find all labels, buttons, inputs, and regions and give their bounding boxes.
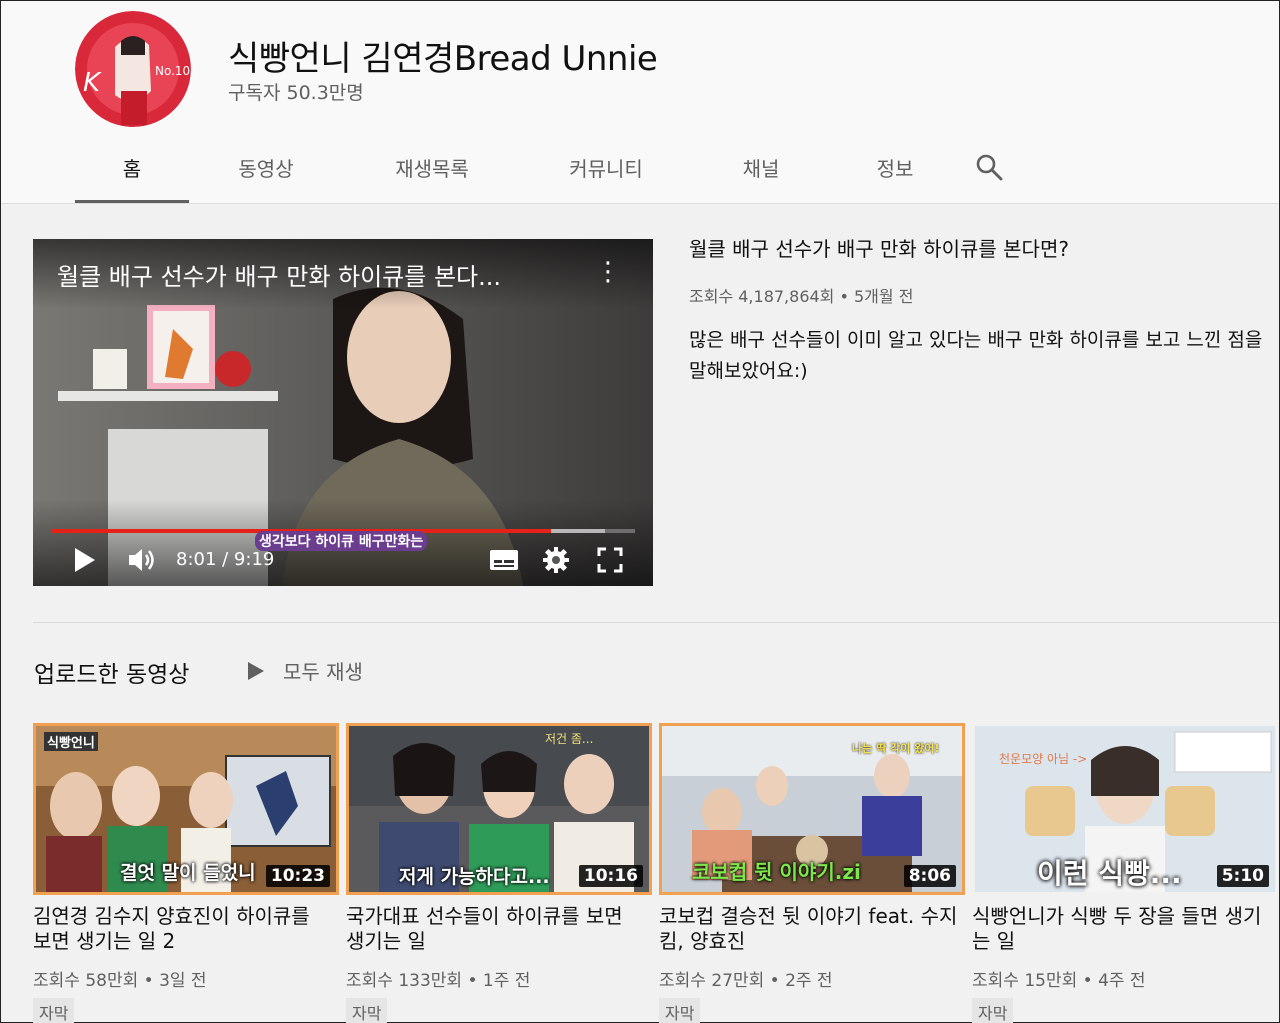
thumbnail-caption: 이런 식빵...	[1037, 857, 1182, 890]
video-card[interactable]: 식빵언니 결엇 말이 들었니 10:23 김연경 김수지 양효진이 하이큐를 보…	[33, 723, 339, 1023]
video-card[interactable]: 저건 좀... 저게 가능하다고... 10:16 국가대표 선수들이 하이큐를…	[346, 723, 652, 1023]
video-duration: 8:06	[903, 865, 956, 887]
video-duration: 10:23	[265, 865, 330, 887]
subtitles-badge: 자막	[972, 998, 1014, 1023]
subtitles-badge: 자막	[33, 998, 75, 1023]
shelf-title[interactable]: 업로드한 동영상	[34, 655, 189, 689]
tab-home[interactable]: 홈	[75, 131, 189, 203]
video-thumbnail[interactable]: 저건 좀... 저게 가능하다고... 10:16	[346, 723, 652, 895]
play-all-button[interactable]: 모두 재생	[247, 656, 363, 685]
thumbnail-caption: 코보컵 뒷 이야기.zi	[692, 860, 861, 884]
play-all-label: 모두 재생	[283, 660, 363, 684]
tab-playlists[interactable]: 재생목록	[343, 131, 521, 203]
video-thumbnail[interactable]: 나는 딱 각이 왔어! 코보컵 뒷 이야기.zi 8:06	[659, 723, 965, 895]
subtitles-badge: 자막	[659, 998, 701, 1023]
play-icon[interactable]	[73, 547, 97, 573]
video-card[interactable]: 천운모양 아님 -> 이런 식빵... 5:10 식빵언니가 식빵 두 장을 들…	[972, 723, 1278, 1023]
section-divider	[33, 622, 1279, 623]
channel-tabs: 홈 동영상 재생목록 커뮤니티 채널 정보	[75, 131, 1019, 203]
play-all-icon	[248, 661, 264, 680]
featured-video-info: 월클 배구 선수가 배구 만화 하이큐를 본다면? 조회수 4,187,864회…	[689, 235, 1274, 387]
tab-community[interactable]: 커뮤니티	[521, 131, 691, 203]
video-overlay-title[interactable]: 월클 배구 선수가 배구 만화 하이큐를 본다...	[57, 257, 501, 292]
subtitles-icon[interactable]	[489, 549, 519, 571]
subscriber-count: 구독자 50.3만명	[228, 82, 364, 104]
channel-header: No.10 K 식빵언니 김연경Bread Unnie 구독자 50.3만명 홈…	[1, 1, 1279, 204]
channel-avatar[interactable]: No.10 K	[75, 11, 191, 127]
svg-text:No.10: No.10	[155, 64, 190, 78]
video-caption: 생각보다 하이큐 배구만화는	[255, 531, 428, 551]
video-title[interactable]: 김연경 김수지 양효진이 하이큐를 보면 생기는 일 2	[33, 904, 333, 954]
video-title[interactable]: 코보컵 결승전 뒷 이야기 feat. 수지킴, 양효진	[659, 904, 959, 954]
fullscreen-icon[interactable]	[597, 547, 623, 573]
featured-video-description: 많은 배구 선수들이 이미 알고 있다는 배구 만화 하이큐를 보고 느낀 점을…	[689, 329, 1263, 382]
volume-icon[interactable]	[127, 547, 159, 573]
svg-text:K: K	[83, 68, 102, 98]
video-duration: 10:16	[578, 865, 643, 887]
featured-video-title[interactable]: 월클 배구 선수가 배구 만화 하이큐를 본다면?	[689, 235, 1274, 263]
video-meta: 조회수 27만회 • 2주 전	[659, 971, 833, 991]
settings-gear-icon[interactable]	[543, 547, 569, 573]
featured-video-player[interactable]: 월클 배구 선수가 배구 만화 하이큐를 본다... ⋮ 생각보다 하이큐 배구…	[33, 239, 653, 586]
tab-about[interactable]: 정보	[831, 131, 959, 203]
thumbnail-top-text: 나는 딱 각이 왔어!	[852, 742, 940, 755]
video-card[interactable]: 나는 딱 각이 왔어! 코보컵 뒷 이야기.zi 8:06 코보컵 결승전 뒷 …	[659, 723, 965, 1023]
video-meta: 조회수 133만회 • 1주 전	[346, 971, 531, 991]
video-time: 8:01 / 9:19	[176, 549, 275, 570]
search-icon	[976, 154, 1003, 181]
thumbnail-top-text: 식빵언니	[44, 732, 98, 751]
video-meta: 조회수 58만회 • 3일 전	[33, 971, 207, 991]
video-title[interactable]: 국가대표 선수들이 하이큐를 보면 생기는 일	[346, 904, 646, 954]
more-options-icon[interactable]: ⋮	[593, 257, 623, 287]
video-meta: 조회수 15만회 • 4주 전	[972, 971, 1146, 991]
tab-search[interactable]	[959, 131, 1019, 203]
tab-channels[interactable]: 채널	[691, 131, 831, 203]
thumbnail-top-text: 천운모양 아님 ->	[999, 752, 1088, 766]
featured-video-meta: 조회수 4,187,864회 • 5개월 전	[689, 287, 914, 306]
tab-videos[interactable]: 동영상	[189, 131, 343, 203]
video-thumbnail[interactable]: 천운모양 아님 -> 이런 식빵... 5:10	[972, 723, 1278, 895]
channel-title: 식빵언니 김연경Bread Unnie	[228, 39, 658, 79]
video-duration: 5:10	[1216, 865, 1269, 887]
video-title[interactable]: 식빵언니가 식빵 두 장을 들면 생기는 일	[972, 904, 1272, 954]
video-thumbnail[interactable]: 식빵언니 결엇 말이 들었니 10:23	[33, 723, 339, 895]
thumbnail-top-text: 저건 좀...	[545, 732, 594, 746]
thumbnail-caption: 저게 가능하다고...	[399, 866, 550, 888]
subtitles-badge: 자막	[346, 998, 388, 1023]
thumbnail-caption: 결엇 말이 들었니	[120, 862, 256, 884]
